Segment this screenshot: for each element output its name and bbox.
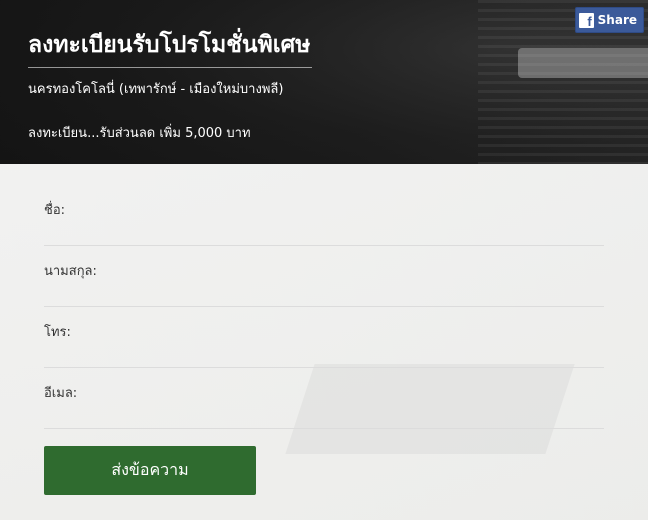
email-field: อีเมล: — [44, 382, 604, 429]
first-name-field: ชื่อ: — [44, 199, 604, 246]
phone-input[interactable] — [44, 339, 604, 365]
email-input[interactable] — [44, 400, 604, 426]
background-air-conditioner — [518, 48, 648, 78]
last-name-field: นามสกุล: — [44, 260, 604, 307]
registration-page: f Share ลงทะเบียนรับโปรโมชั่นพิเศษ นครทอ… — [0, 0, 648, 520]
facebook-icon: f — [578, 12, 594, 29]
last-name-input[interactable] — [44, 278, 604, 304]
page-title: ลงทะเบียนรับโปรโมชั่นพิเศษ — [28, 32, 311, 58]
project-name: นครทองโคโลนี่ (เทพารักษ์ - เมืองใหม่บางพ… — [28, 82, 284, 97]
phone-field: โทร: — [44, 321, 604, 368]
header-banner: f Share ลงทะเบียนรับโปรโมชั่นพิเศษ นครทอ… — [0, 0, 648, 164]
promo-text: ลงทะเบียน...รับส่วนลด เพิ่ม 5,000 บาท — [28, 126, 251, 141]
first-name-input[interactable] — [44, 217, 604, 243]
submit-button[interactable]: ส่งข้อความ — [44, 446, 256, 495]
facebook-share-button[interactable]: f Share — [574, 7, 644, 33]
share-label: Share — [597, 13, 637, 27]
title-divider — [28, 67, 312, 68]
